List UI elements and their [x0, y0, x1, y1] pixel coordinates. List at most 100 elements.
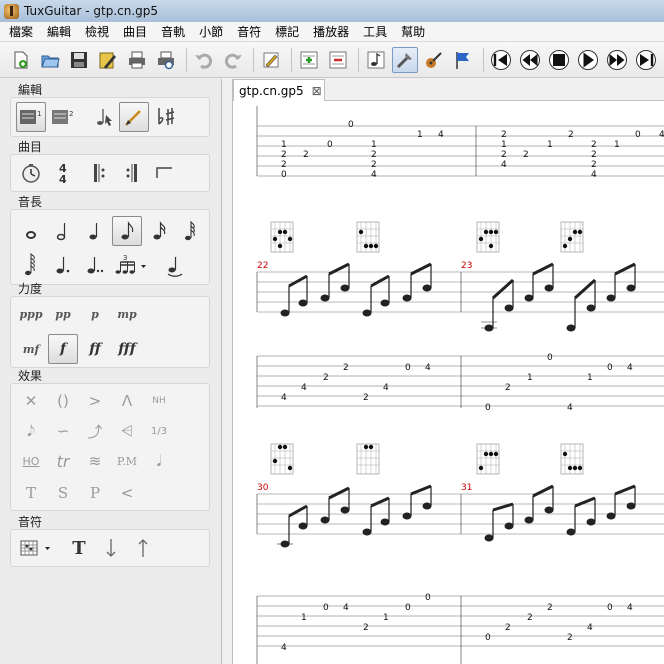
edit-properties-button[interactable]: [95, 47, 121, 73]
accidental-button[interactable]: [151, 102, 181, 132]
guitar-tool-button[interactable]: [421, 47, 447, 73]
dead-note-icon: ✕: [24, 392, 38, 410]
note-view-button[interactable]: [363, 47, 389, 73]
score-editor[interactable]: gtp.cn.gp5 ⊠ 0 1 1 0 4 1 2 2 2 2 2 0 4 2…: [232, 79, 664, 664]
fret-number: 4: [627, 603, 633, 613]
dynamic-p-button[interactable]: p: [80, 299, 110, 329]
play-button[interactable]: [575, 47, 601, 73]
quarter-note-button[interactable]: [80, 216, 110, 246]
dynamic-p-label: p: [91, 307, 99, 321]
whole-note-button[interactable]: [16, 216, 46, 246]
tuning-tool-button[interactable]: [392, 46, 418, 73]
close-tab-icon[interactable]: ⊠: [312, 84, 322, 98]
menu-edit[interactable]: 編輯: [40, 22, 78, 42]
dynamic-f-button[interactable]: f: [48, 334, 78, 364]
add-track-button[interactable]: [296, 47, 322, 73]
voice-select-button[interactable]: [89, 102, 119, 132]
thirtysecond-note-button[interactable]: [176, 216, 206, 246]
tapping-button[interactable]: T: [16, 478, 46, 508]
tablature-canvas[interactable]: 0 1 1 0 4 1 2 2 2 2 2 0 4 2 1 2 2 1 1 0: [233, 102, 664, 664]
tie-note-button[interactable]: [160, 250, 190, 280]
track-view-2-button[interactable]: 2: [48, 102, 78, 132]
whole-note-icon: [26, 231, 36, 239]
menu-view[interactable]: 檢視: [78, 22, 116, 42]
undo-button[interactable]: [191, 47, 217, 73]
slapping-button[interactable]: S: [48, 478, 78, 508]
stroke-down-button[interactable]: [96, 533, 126, 563]
hammer-on-button[interactable]: HO: [16, 446, 46, 476]
redo-button[interactable]: [220, 47, 246, 73]
dynamic-ff-button[interactable]: ff: [80, 334, 110, 364]
menu-note[interactable]: 音符: [230, 22, 268, 42]
fret-number: 4: [425, 363, 431, 373]
tremolo-picking-button[interactable]: ≋: [80, 446, 110, 476]
forward-button[interactable]: [604, 47, 630, 73]
dynamic-mp-button[interactable]: mp: [112, 299, 142, 329]
repeat-open-button[interactable]: [85, 158, 115, 188]
vibrato-button[interactable]: ∽: [48, 416, 78, 446]
eighth-note-button[interactable]: [112, 216, 142, 246]
fret-number: 4: [591, 170, 597, 180]
fret-number: 4: [659, 130, 664, 140]
print-preview-button[interactable]: [153, 47, 179, 73]
save-button[interactable]: [66, 47, 92, 73]
dynamic-pp-button[interactable]: pp: [48, 299, 78, 329]
triplet-dropdown-button[interactable]: 3: [112, 250, 156, 280]
guitar-icon: [426, 51, 442, 68]
fret-number: 2: [591, 150, 597, 160]
menu-tools[interactable]: 工具: [356, 22, 394, 42]
accent-button[interactable]: >: [80, 386, 110, 416]
marker-flag-button[interactable]: [450, 47, 476, 73]
previous-icon: [491, 49, 511, 70]
tie-note-icon: [167, 257, 183, 277]
next-button[interactable]: [633, 47, 659, 73]
harmonic-button[interactable]: NH: [144, 386, 174, 416]
menu-song[interactable]: 曲目: [116, 22, 154, 42]
menu-measure[interactable]: 小節: [192, 22, 230, 42]
dotted-note-button[interactable]: [48, 250, 78, 280]
previous-button[interactable]: [488, 47, 514, 73]
double-dotted-note-button[interactable]: [80, 250, 110, 280]
repeat-close-button[interactable]: [117, 158, 147, 188]
print-button[interactable]: [124, 47, 150, 73]
sixteenth-note-button[interactable]: [144, 216, 174, 246]
stroke-up-button[interactable]: [128, 533, 158, 563]
trill-button[interactable]: tr: [48, 446, 78, 476]
text-button[interactable]: T: [64, 533, 94, 563]
stop-button[interactable]: [546, 47, 572, 73]
bend-button[interactable]: ⤴: [80, 416, 110, 446]
document-tab[interactable]: gtp.cn.gp5 ⊠: [233, 79, 325, 101]
half-note-button[interactable]: [48, 216, 78, 246]
dynamic-fff-button[interactable]: fff: [112, 334, 142, 364]
edit-mode-button[interactable]: [119, 102, 149, 132]
menu-file[interactable]: 檔案: [2, 22, 40, 42]
palm-mute-button[interactable]: P.M: [112, 446, 142, 476]
dynamic-ppp-button[interactable]: ppp: [16, 299, 46, 329]
tuplet-effect-button[interactable]: 1/3: [144, 416, 174, 446]
remove-track-button[interactable]: [325, 47, 351, 73]
tempo-button[interactable]: [16, 158, 46, 188]
sixtyfourth-note-button[interactable]: [16, 250, 46, 280]
time-signature-button[interactable]: 44: [48, 158, 78, 188]
open-file-button[interactable]: [37, 47, 63, 73]
heavy-accent-button[interactable]: Λ: [112, 386, 142, 416]
popping-button[interactable]: P: [80, 478, 110, 508]
new-file-button[interactable]: [8, 47, 34, 73]
staccato-button[interactable]: 𝅘𝅥: [144, 446, 174, 476]
tremolo-bar-button[interactable]: ⩤: [112, 416, 142, 446]
chord-dropdown-button[interactable]: [16, 533, 60, 563]
menu-track[interactable]: 音軌: [154, 22, 192, 42]
dynamic-mf-button[interactable]: mf: [16, 334, 46, 364]
ghost-note-button[interactable]: (): [48, 386, 78, 416]
tab-staff-top: [256, 106, 664, 177]
menu-marker[interactable]: 標記: [268, 22, 306, 42]
rewind-button[interactable]: [517, 47, 543, 73]
track-view-1-button[interactable]: 1: [16, 102, 46, 132]
fade-in-button[interactable]: <: [112, 478, 142, 508]
dead-note-button[interactable]: ✕: [16, 386, 46, 416]
menu-player[interactable]: 播放器: [306, 22, 356, 42]
menu-help[interactable]: 幫助: [394, 22, 432, 42]
grace-note-button[interactable]: 𝅘𝅥𝅮: [16, 416, 46, 446]
pencil-edit-button[interactable]: [258, 47, 284, 73]
alternate-ending-button[interactable]: [149, 158, 179, 188]
